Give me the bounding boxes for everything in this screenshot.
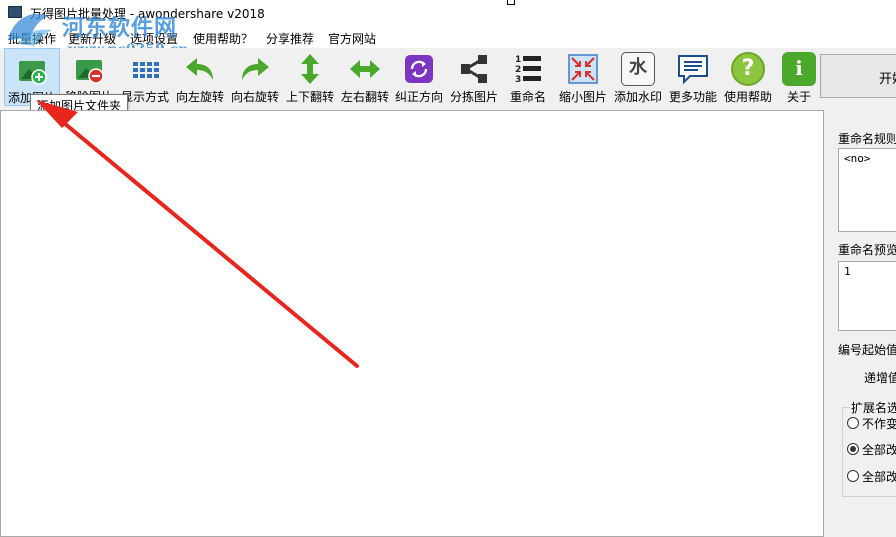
menu-update[interactable]: 更新升级 [68, 30, 116, 47]
ext-option-unchanged-radio[interactable] [847, 417, 859, 429]
ext-option-change-all-label: 全部改 [862, 443, 896, 457]
toolbar-label: 关于 [786, 90, 811, 104]
menu-options[interactable]: 选项设置 [130, 30, 178, 47]
ext-option-unchanged-label: 不作变 [862, 417, 896, 431]
flip-horizontal-icon [350, 60, 380, 78]
app-icon [8, 6, 22, 18]
start-button-label: 开始 [879, 72, 896, 87]
add-image-icon [19, 61, 47, 85]
shrink-image-icon [568, 54, 598, 84]
rotate-right-icon [242, 58, 269, 80]
rename-preview-field[interactable]: 1 [838, 261, 896, 331]
toolbar-flip-vertical-button[interactable]: 上下翻转 [283, 48, 337, 106]
extension-group-label: 扩展名选项 [850, 399, 896, 416]
menu-bar: 批量操作 更新升级 选项设置 使用帮助？ 分享推荐 官方网站 [0, 26, 896, 48]
toolbar-shrink-image-button[interactable]: 缩小图片 [555, 48, 611, 106]
toolbar-sort-images-button[interactable]: 分拣图片 [447, 48, 501, 106]
about-icon: i [782, 52, 816, 86]
rename-rule-field[interactable]: <no> [838, 148, 896, 232]
flip-vertical-icon [301, 54, 319, 84]
rename-preview-label: 重命名预览 [838, 243, 896, 257]
toolbar-correct-orientation-button[interactable]: 纠正方向 [392, 48, 446, 106]
toolbar-label: 向右旋转 [230, 90, 279, 104]
rename-rule-label: 重命名规则 [838, 132, 896, 146]
toolbar-rotate-left-button[interactable]: 向左旋转 [173, 48, 227, 106]
svg-text:3: 3 [515, 75, 521, 85]
toolbar-label: 缩小图片 [558, 90, 607, 104]
sort-images-icon [461, 55, 487, 83]
ext-option-change-all-alt-radio[interactable] [847, 470, 859, 482]
about-icon-glyph: i [795, 56, 803, 80]
remove-image-icon [76, 60, 104, 84]
help-icon-glyph: ? [741, 56, 755, 81]
toolbar-label: 添加水印 [613, 90, 662, 104]
toolbar-label: 分拣图片 [449, 90, 498, 104]
toolbar-about-button[interactable]: i 关于 [776, 48, 822, 106]
window-title: 万得图片批量处理 - awondershare v2018 [30, 7, 265, 21]
toolbar-label: 更多功能 [668, 90, 717, 104]
toolbar-help-button[interactable]: ? 使用帮助 [721, 48, 775, 106]
start-number-label: 编号起始值 [838, 343, 896, 357]
title-bar: 万得图片批量处理 - awondershare v2018 [0, 0, 896, 26]
grid-view-icon [133, 62, 159, 78]
svg-text:1: 1 [515, 55, 521, 65]
toolbar-flip-horizontal-button[interactable]: 左右翻转 [338, 48, 392, 106]
rename-icon: 1 2 3 [515, 55, 541, 85]
toolbar-rename-button[interactable]: 1 2 3 重命名 [501, 48, 555, 106]
toolbar-label: 纠正方向 [394, 90, 443, 104]
start-button[interactable]: 开始 [820, 54, 896, 98]
increment-label: 递增值 [864, 371, 896, 385]
image-list-area[interactable] [0, 110, 824, 537]
ext-option-change-all-alt-label: 全部改 [862, 470, 896, 484]
watermark-icon: 水 [621, 52, 655, 86]
svg-text:2: 2 [515, 65, 521, 75]
toolbar-label: 重命名 [509, 90, 546, 104]
menu-official-site[interactable]: 官方网站 [328, 30, 376, 47]
toolbar-more-features-button[interactable]: 更多功能 [665, 48, 721, 106]
toolbar-label: 向左旋转 [175, 90, 224, 104]
toolbar-rotate-right-button[interactable]: 向右旋转 [228, 48, 282, 106]
menu-batch-operations[interactable]: 批量操作 [8, 30, 56, 47]
toolbar-label: 使用帮助 [723, 90, 772, 104]
rotate-left-icon [186, 58, 213, 80]
ext-option-change-all-radio[interactable] [847, 443, 859, 455]
more-features-icon [678, 55, 708, 85]
app-window: 万得图片批量处理 - awondershare v2018 批量操作 更新升级 … [0, 0, 896, 537]
menu-help[interactable]: 使用帮助？ [193, 30, 253, 47]
toolbar-label: 上下翻转 [285, 90, 334, 104]
toolbar-label: 左右翻转 [340, 90, 389, 104]
watermark-icon-glyph: 水 [629, 57, 647, 78]
rename-rule-value: <no> [844, 152, 871, 165]
menu-share[interactable]: 分享推荐 [266, 30, 314, 47]
window-restore-marker[interactable] [507, 0, 515, 5]
rename-preview-value: 1 [844, 265, 851, 278]
toolbar-add-watermark-button[interactable]: 水 添加水印 [611, 48, 665, 106]
correct-orientation-icon [405, 55, 433, 83]
help-icon: ? [731, 52, 765, 86]
